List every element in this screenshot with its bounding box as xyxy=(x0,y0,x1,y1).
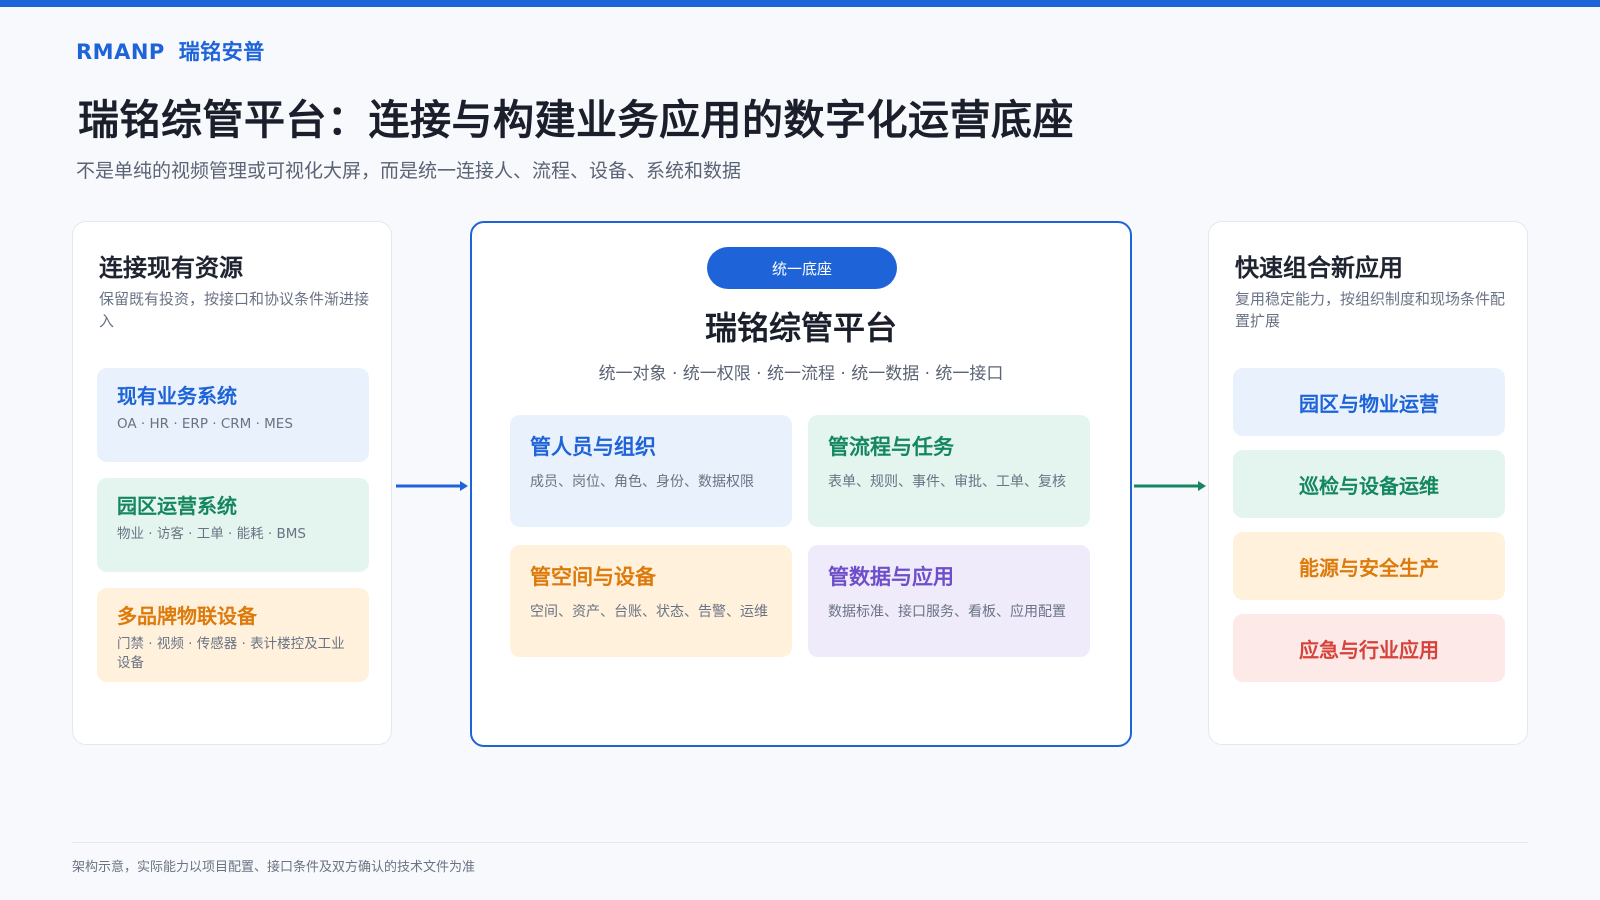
connect-resources-card: 连接现有资源 保留既有投资，按接口和协议条件渐进接入 现有业务系统 OA · H… xyxy=(72,221,392,745)
footer-divider xyxy=(72,842,1528,843)
resource-title: 多品牌物联设备 xyxy=(117,604,257,628)
resource-desc: 物业 · 访客 · 工单 · 能耗 · BMS xyxy=(117,526,306,542)
platform-core-card: 统一底座 瑞铭综管平台 统一对象 · 统一权限 · 统一流程 · 统一数据 · … xyxy=(470,221,1132,747)
resource-title: 园区运营系统 xyxy=(117,494,237,518)
brand-logo: RMANP 瑞铭安普 xyxy=(76,36,265,66)
top-accent-bar xyxy=(0,0,1600,7)
card-desc: 复用稳定能力，按组织制度和现场条件配置扩展 xyxy=(1235,290,1506,330)
resource-desc: 门禁 · 视频 · 传感器 · 表计楼控及工业设备 xyxy=(117,636,345,671)
capability-desc: 空间、资产、台账、状态、告警、运维 xyxy=(530,604,768,620)
app-emergency-industry: 应急与行业应用 xyxy=(1233,614,1505,682)
resource-desc: OA · HR · ERP · CRM · MES xyxy=(117,416,293,432)
footnote: 架构示意，实际能力以项目配置、接口条件及双方确认的技术文件为准 xyxy=(72,860,476,875)
capability-people-org: 管人员与组织 成员、岗位、角色、身份、数据权限 xyxy=(510,415,792,527)
page-title: 瑞铭综管平台：连接与构建业务应用的数字化运营底座 xyxy=(78,96,1074,144)
capability-title: 管流程与任务 xyxy=(828,435,954,459)
capability-data-app: 管数据与应用 数据标准、接口服务、看板、应用配置 xyxy=(808,545,1090,657)
resource-title: 现有业务系统 xyxy=(117,384,237,408)
platform-title: 瑞铭综管平台 xyxy=(704,309,897,347)
arrow-right-icon xyxy=(1134,481,1206,491)
compose-apps-card: 快速组合新应用 复用稳定能力，按组织制度和现场条件配置扩展 园区与物业运营 巡检… xyxy=(1208,221,1528,745)
card-title: 快速组合新应用 xyxy=(1235,254,1403,282)
app-inspection-maintenance: 巡检与设备运维 xyxy=(1233,450,1505,518)
platform-subtitle: 统一对象 · 统一权限 · 统一流程 · 统一数据 · 统一接口 xyxy=(598,364,1004,384)
app-energy-safety: 能源与安全生产 xyxy=(1233,532,1505,600)
capability-title: 管人员与组织 xyxy=(530,435,656,459)
capability-desc: 数据标准、接口服务、看板、应用配置 xyxy=(828,604,1066,620)
capability-title: 管空间与设备 xyxy=(530,565,656,589)
arrow-right-icon xyxy=(396,481,468,491)
capability-process-task: 管流程与任务 表单、规则、事件、审批、工单、复核 xyxy=(808,415,1090,527)
app-park-property: 园区与物业运营 xyxy=(1233,368,1505,436)
resource-business-systems: 现有业务系统 OA · HR · ERP · CRM · MES xyxy=(97,368,369,462)
card-desc: 保留既有投资，按接口和协议条件渐进接入 xyxy=(99,290,370,330)
card-title: 连接现有资源 xyxy=(99,254,243,282)
resource-park-systems: 园区运营系统 物业 · 访客 · 工单 · 能耗 · BMS xyxy=(97,478,369,572)
page-subtitle: 不是单纯的视频管理或可视化大屏，而是统一连接人、流程、设备、系统和数据 xyxy=(76,160,742,182)
capability-title: 管数据与应用 xyxy=(828,565,954,589)
capability-desc: 成员、岗位、角色、身份、数据权限 xyxy=(530,474,754,490)
unified-base-badge: 统一底座 xyxy=(707,247,897,289)
brand-cn: 瑞铭安普 xyxy=(178,40,265,64)
capability-space-device: 管空间与设备 空间、资产、台账、状态、告警、运维 xyxy=(510,545,792,657)
resource-iot-devices: 多品牌物联设备 门禁 · 视频 · 传感器 · 表计楼控及工业设备 xyxy=(97,588,369,682)
capability-desc: 表单、规则、事件、审批、工单、复核 xyxy=(828,474,1066,490)
brand-en: RMANP xyxy=(76,40,165,64)
slide: RMANP 瑞铭安普 瑞铭综管平台：连接与构建业务应用的数字化运营底座 不是单纯… xyxy=(0,0,1600,900)
